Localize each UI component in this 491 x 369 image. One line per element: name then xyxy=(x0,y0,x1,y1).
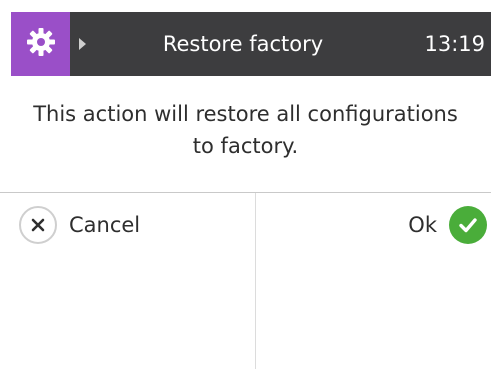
check-icon xyxy=(449,206,487,244)
close-icon xyxy=(19,206,57,244)
gear-icon xyxy=(26,27,56,61)
ok-label: Ok xyxy=(408,213,437,237)
clock: 13:19 xyxy=(424,32,485,56)
ok-button[interactable]: Ok xyxy=(256,193,491,369)
confirmation-message: This action will restore all configurati… xyxy=(0,98,491,162)
settings-button[interactable] xyxy=(11,12,70,76)
top-bar: Restore factory 13:19 xyxy=(11,12,491,76)
message-line-2: to factory. xyxy=(192,134,299,158)
page-title: Restore factory xyxy=(162,32,324,56)
cancel-label: Cancel xyxy=(69,213,141,237)
cancel-button[interactable]: Cancel xyxy=(0,193,255,369)
message-line-1: This action will restore all configurati… xyxy=(33,102,458,126)
